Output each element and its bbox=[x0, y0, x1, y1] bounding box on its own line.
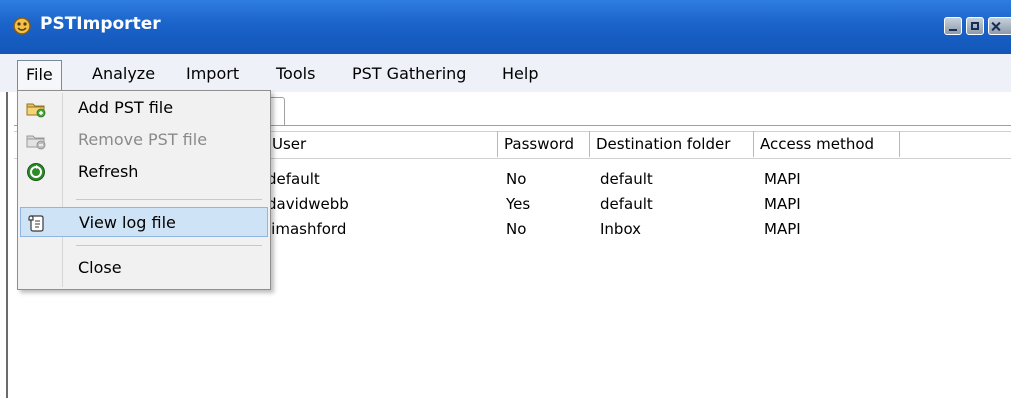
menu-separator bbox=[76, 245, 262, 246]
menu-help[interactable]: Help bbox=[494, 60, 546, 88]
window-title: PSTImporter bbox=[40, 14, 161, 34]
menu-item-add-pst-file[interactable]: Add PST file bbox=[20, 93, 268, 123]
menu-item-refresh[interactable]: Refresh bbox=[20, 157, 268, 187]
menu-item-label: View log file bbox=[79, 213, 176, 232]
cell-destination-folder: Inbox bbox=[600, 220, 642, 238]
menu-item-close[interactable]: Close bbox=[20, 253, 268, 283]
menu-item-label: Refresh bbox=[78, 162, 139, 181]
cell-access-method: MAPI bbox=[764, 195, 801, 213]
folder-add-icon bbox=[26, 103, 46, 118]
menu-item-label: Close bbox=[78, 258, 122, 277]
menu-item-remove-pst-file[interactable]: Remove PST file bbox=[20, 125, 268, 155]
maximize-button[interactable] bbox=[966, 17, 984, 35]
menu-analyze[interactable]: Analyze bbox=[84, 60, 163, 88]
close-window-button[interactable] bbox=[988, 17, 1011, 35]
menu-item-label: Add PST file bbox=[78, 98, 174, 117]
cell-password: Yes bbox=[506, 195, 531, 213]
folder-remove-icon bbox=[26, 135, 46, 150]
cell-user: default bbox=[267, 170, 320, 188]
menu-import[interactable]: Import bbox=[178, 60, 247, 88]
menu-pst-gathering[interactable]: PST Gathering bbox=[344, 60, 474, 88]
app-icon bbox=[13, 17, 31, 35]
file-menu-dropdown: Add PST file Remove PST file Refresh Vie… bbox=[17, 90, 271, 290]
column-header-user[interactable]: User bbox=[266, 131, 498, 157]
minimize-button[interactable] bbox=[944, 17, 962, 35]
column-header-password[interactable]: Password bbox=[498, 131, 590, 157]
column-header-destination-folder[interactable]: Destination folder bbox=[590, 131, 754, 157]
cell-password: No bbox=[506, 170, 527, 188]
cell-access-method: MAPI bbox=[764, 220, 801, 238]
cell-destination-folder: default bbox=[600, 170, 653, 188]
menu-tools[interactable]: Tools bbox=[268, 60, 323, 88]
cell-destination-folder: default bbox=[600, 195, 653, 213]
menu-file[interactable]: File bbox=[17, 60, 62, 92]
cell-user: jimashford bbox=[267, 220, 347, 238]
cell-access-method: MAPI bbox=[764, 170, 801, 188]
cell-user: davidwebb bbox=[267, 195, 349, 213]
panel-border bbox=[6, 92, 8, 398]
menu-separator bbox=[76, 199, 262, 200]
log-scroll-icon bbox=[28, 215, 44, 232]
menu-item-label: Remove PST file bbox=[78, 130, 208, 149]
column-header-access-method[interactable]: Access method bbox=[754, 131, 900, 157]
cell-password: No bbox=[506, 220, 527, 238]
menu-item-view-log-file[interactable]: View log file bbox=[20, 207, 268, 237]
refresh-icon bbox=[27, 163, 45, 181]
